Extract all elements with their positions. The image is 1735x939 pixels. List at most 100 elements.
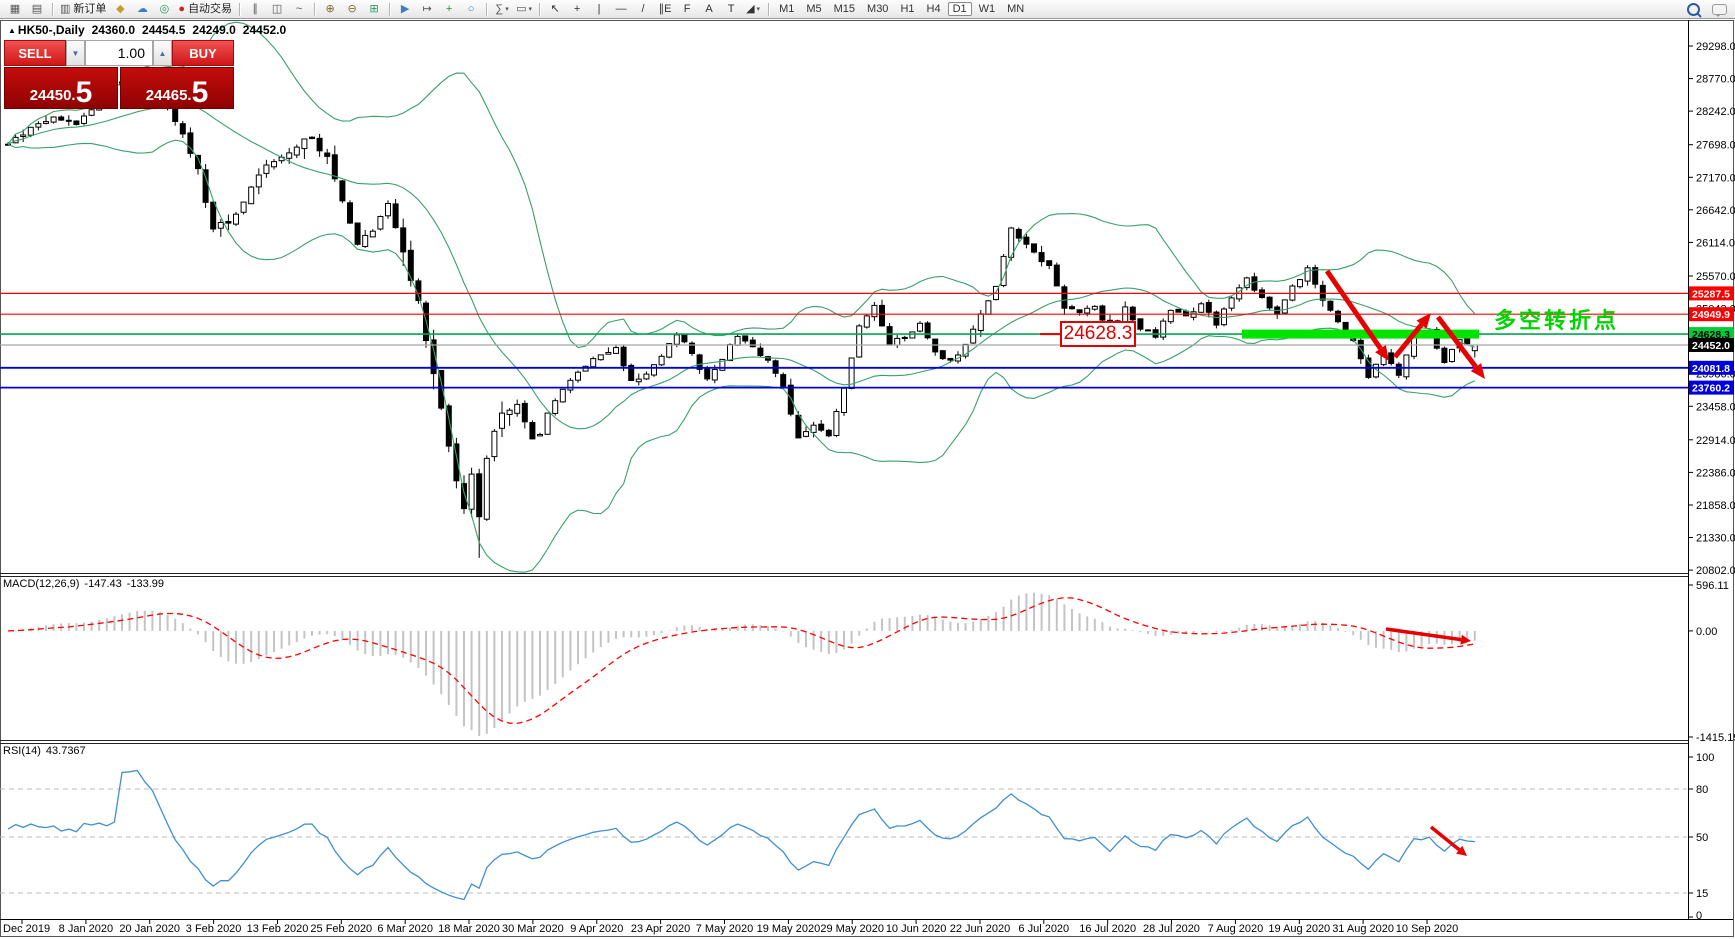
text-glyph: A: [705, 4, 712, 15]
new-chart-icon[interactable]: ▦: [5, 1, 25, 17]
timeframe-m5-button[interactable]: M5: [801, 2, 826, 16]
fibonacci-glyph: F: [684, 4, 691, 15]
chart-title: ▲HK50-,Daily24360.024454.524249.024452.0: [8, 23, 293, 37]
new-order-icon[interactable]: ▥新订单: [58, 1, 108, 17]
autotrade-icon[interactable]: ●自动交易: [176, 1, 234, 17]
timeframe-h4-button[interactable]: H4: [922, 2, 946, 16]
candlestick-chart-icon[interactable]: ◫: [267, 1, 287, 17]
svg-text:7 Aug 2020: 7 Aug 2020: [1208, 923, 1264, 935]
toolbar-separator: [52, 3, 53, 16]
volume-input[interactable]: 1.00: [85, 40, 153, 66]
ohlc-close: 24452.0: [243, 23, 286, 37]
fibonacci-icon[interactable]: F: [677, 1, 697, 17]
vertical-line-glyph: |: [598, 4, 601, 15]
date-axis: 4 Dec 20198 Jan 202020 Jan 20203 Feb 202…: [0, 919, 1458, 935]
svg-text:24452.0: 24452.0: [1692, 340, 1730, 352]
svg-text:10 Jun 2020: 10 Jun 2020: [886, 923, 947, 935]
svg-text:25287.5: 25287.5: [1692, 288, 1730, 300]
svg-text:9 Apr 2020: 9 Apr 2020: [570, 923, 623, 935]
bar-chart-icon[interactable]: ∥: [245, 1, 265, 17]
timeframe-m30-button[interactable]: M30: [862, 2, 893, 16]
timeframe-m15-button[interactable]: M15: [829, 2, 860, 16]
profiles-icon[interactable]: ▤: [27, 1, 47, 17]
cursor-glyph: ↖: [550, 4, 559, 15]
svg-text:6 Jul 2020: 6 Jul 2020: [1018, 923, 1069, 935]
svg-text:23 Apr 2020: 23 Apr 2020: [631, 923, 690, 935]
timeframe-d1-button[interactable]: D1: [948, 2, 972, 16]
svg-text:23458.0: 23458.0: [1696, 401, 1735, 413]
toolbar-separator: [314, 3, 315, 16]
svg-text:-1415.19: -1415.19: [1696, 732, 1735, 744]
trendline-icon[interactable]: /: [633, 1, 653, 17]
volume-decrease-button[interactable]: ▼: [66, 40, 85, 66]
svg-text:3 Feb 2020: 3 Feb 2020: [186, 923, 242, 935]
buy-button[interactable]: BUY: [172, 40, 234, 66]
buy-price[interactable]: 24465. 5: [120, 67, 234, 109]
line-chart-glyph: ~: [296, 4, 302, 15]
bar-chart-glyph: ∥: [252, 4, 258, 15]
svg-text:27698.0: 27698.0: [1696, 140, 1735, 152]
zoom-in-icon[interactable]: ⊕: [320, 1, 340, 17]
templates-dropdown-caret-icon: ▾: [529, 6, 533, 13]
svg-text:0.00: 0.00: [1696, 626, 1717, 638]
text-icon[interactable]: A: [699, 1, 719, 17]
search-icon[interactable]: [1687, 3, 1700, 16]
period-glyph: ○: [468, 4, 475, 15]
toolbar-separator: [389, 3, 390, 16]
svg-text:22386.0: 22386.0: [1696, 467, 1735, 479]
toolbar-separator: [486, 3, 487, 16]
macd-axis: 596.110.00-1415.19: [1688, 580, 1735, 744]
text-label-glyph: T: [728, 4, 735, 15]
svg-text:21330.0: 21330.0: [1696, 533, 1735, 545]
volume-increase-button[interactable]: ▲: [153, 40, 172, 66]
rsi-panel: [0, 771, 1688, 900]
vertical-line-icon[interactable]: |: [589, 1, 609, 17]
line-chart-icon[interactable]: ~: [289, 1, 309, 17]
timeframe-w1-button[interactable]: W1: [974, 2, 1001, 16]
svg-text:21858.0: 21858.0: [1696, 500, 1735, 512]
support-highlight-band[interactable]: [1242, 330, 1479, 339]
tile-windows-icon[interactable]: ⊞: [364, 1, 384, 17]
cursor-icon[interactable]: ↖: [545, 1, 565, 17]
templates-dropdown-icon[interactable]: ▭▾: [514, 1, 534, 17]
chat-icon[interactable]: [1712, 4, 1727, 15]
horizontal-line-icon[interactable]: —: [611, 1, 631, 17]
add-indicator-icon[interactable]: +: [439, 1, 459, 17]
svg-text:7 May 2020: 7 May 2020: [696, 923, 753, 935]
zoom-out-icon[interactable]: ⊖: [342, 1, 362, 17]
rsi-label: RSI(14)43.7367: [3, 745, 91, 757]
period-icon[interactable]: ○: [461, 1, 481, 17]
horizontal-line-glyph: —: [616, 4, 627, 15]
indicators-dropdown-icon[interactable]: ∑▾: [492, 1, 512, 17]
equidistant-channel-icon[interactable]: ∥E: [655, 1, 675, 17]
svg-text:19 Aug 2020: 19 Aug 2020: [1268, 923, 1330, 935]
trendline-glyph: /: [642, 4, 645, 15]
macd-label: MACD(12,26,9)-147.43-133.99: [3, 578, 169, 590]
sell-price[interactable]: 24450. 5: [4, 67, 118, 109]
zoom-out-glyph: ⊖: [347, 4, 356, 15]
new-order-glyph: ▥: [60, 4, 70, 15]
macd-value: -147.43: [84, 578, 121, 590]
chart-shift-icon[interactable]: ↦: [417, 1, 437, 17]
timeframe-mn-button[interactable]: MN: [1002, 2, 1029, 16]
text-label-icon[interactable]: T: [721, 1, 741, 17]
signals-icon[interactable]: ◎: [154, 1, 174, 17]
buy-price-big-digit: 5: [192, 80, 209, 106]
auto-scroll-icon[interactable]: ▶: [395, 1, 415, 17]
svg-text:26114.0: 26114.0: [1696, 237, 1735, 249]
price-callout-box[interactable]: 24628.3: [1060, 321, 1136, 347]
timeframe-h1-button[interactable]: H1: [895, 2, 919, 16]
crosshair-icon[interactable]: +: [567, 1, 587, 17]
sell-button[interactable]: SELL: [4, 40, 66, 66]
svg-text:29 May 2020: 29 May 2020: [820, 923, 884, 935]
rsi-value: 43.7367: [46, 745, 86, 757]
svg-text:80: 80: [1696, 784, 1708, 796]
arrows-dropdown-icon[interactable]: ◢▾: [743, 1, 763, 17]
ohlc-open: 24360.0: [92, 23, 135, 37]
chart-canvas[interactable]: 29298.028770.028242.027698.027170.026642…: [0, 0, 1735, 939]
timeframe-m1-button[interactable]: M1: [774, 2, 799, 16]
styles-icon[interactable]: ◆: [110, 1, 130, 17]
community-icon[interactable]: ☁: [132, 1, 152, 17]
tile-windows-glyph: ⊞: [369, 4, 378, 15]
arrows-dropdown-caret-icon: ▾: [757, 6, 761, 13]
